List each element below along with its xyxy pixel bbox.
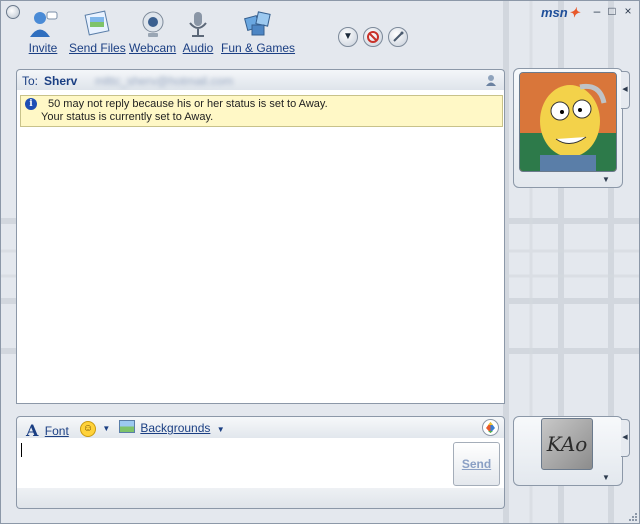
invite-icon xyxy=(30,11,58,37)
recipient-name[interactable]: Sherv xyxy=(44,74,77,88)
backgrounds-button[interactable]: Backgrounds ▼ xyxy=(119,420,225,435)
menu-dropdown-button[interactable]: ▼ xyxy=(338,27,358,47)
webcam-icon xyxy=(142,11,164,37)
away-notice: i 50 may not reply because his or her st… xyxy=(20,95,503,127)
info-icon: i xyxy=(25,98,37,110)
send-button[interactable]: Send xyxy=(453,442,500,486)
message-input[interactable] xyxy=(16,438,505,489)
emoticons-dropdown-icon: ▼ xyxy=(102,424,111,433)
invite-button[interactable]: Invite xyxy=(27,9,59,55)
text-caret xyxy=(21,443,22,457)
block-button[interactable] xyxy=(363,27,383,47)
emoticons-button[interactable]: ☺ ▼ xyxy=(80,420,110,437)
audio-icon xyxy=(189,12,207,37)
fun-games-icon xyxy=(244,11,271,36)
collapse-contact-picture-tab[interactable]: ◀ xyxy=(621,71,630,109)
conversation-history[interactable]: i 50 may not reply because his or her st… xyxy=(16,90,505,404)
font-button[interactable]: A Font xyxy=(26,420,69,440)
my-display-picture[interactable]: KAo xyxy=(541,418,593,470)
msn-butterfly-icon[interactable] xyxy=(482,419,499,436)
smiley-icon: ☺ xyxy=(80,421,96,437)
contact-display-picture-panel: ▼ xyxy=(513,68,623,188)
main-toolbar: Invite Send Files Webcam Audio Fun & Gam… xyxy=(1,1,639,61)
my-picture-options-dropdown-icon[interactable]: ▼ xyxy=(602,473,610,482)
recipient-email: mlttc_sherv@hotmail.com xyxy=(95,74,234,88)
fun-games-button[interactable]: Fun & Games xyxy=(221,9,295,55)
collapse-my-picture-tab[interactable]: ◀ xyxy=(621,419,630,457)
recipient-bar: To: Sherv mlttc_sherv@hotmail.com xyxy=(16,69,505,91)
conversation-window: msn✦ – □ × Invite Send Files Webcam Audi… xyxy=(0,0,640,524)
contact-card-icon[interactable] xyxy=(484,73,498,87)
backgrounds-icon xyxy=(119,420,135,433)
backgrounds-dropdown-icon: ▼ xyxy=(216,425,225,434)
audio-button[interactable]: Audio xyxy=(182,9,214,55)
picture-options-dropdown-icon[interactable]: ▼ xyxy=(602,175,610,184)
contact-display-picture[interactable] xyxy=(519,72,617,172)
options-button[interactable] xyxy=(388,27,408,47)
block-icon xyxy=(367,31,379,43)
menu-dropdown-icon: ▼ xyxy=(343,31,353,42)
resize-grip-icon[interactable] xyxy=(627,511,637,521)
status-bar xyxy=(16,488,505,509)
webcam-button[interactable]: Webcam xyxy=(129,9,176,55)
input-toolbar: A Font ☺ ▼ Backgrounds ▼ xyxy=(16,416,505,440)
send-files-icon xyxy=(84,10,110,36)
contact-avatar-image xyxy=(520,73,616,171)
options-icon xyxy=(393,31,404,42)
my-display-picture-panel: KAo ▼ xyxy=(513,416,623,486)
send-files-button[interactable]: Send Files xyxy=(69,9,126,55)
